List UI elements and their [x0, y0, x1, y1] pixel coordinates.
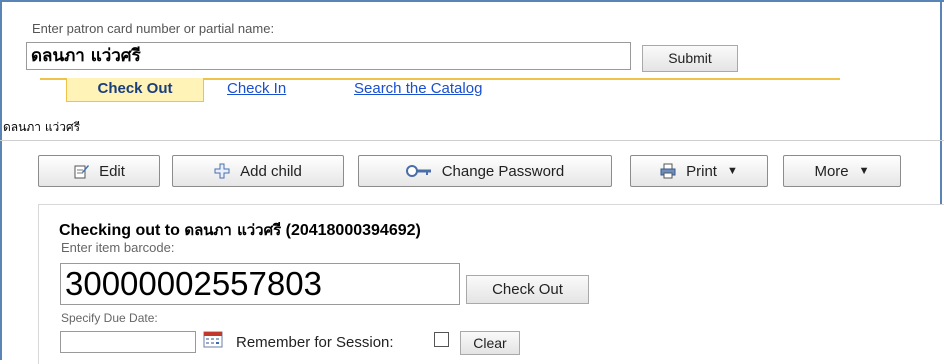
- plus-icon: [214, 163, 230, 179]
- edit-icon: [73, 163, 90, 179]
- check-out-button[interactable]: Check Out: [466, 275, 589, 304]
- key-icon: [405, 163, 432, 179]
- tab-search-catalog[interactable]: Search the Catalog: [354, 80, 482, 97]
- chevron-down-icon: ▼: [858, 165, 870, 177]
- checkout-patron-name: ดลนภา แว่วศรี: [184, 221, 282, 239]
- due-date-input[interactable]: [60, 331, 196, 353]
- edit-label: Edit: [99, 162, 125, 180]
- barcode-input[interactable]: 30000002557803: [60, 263, 460, 305]
- add-child-label: Add child: [240, 162, 302, 180]
- clear-button[interactable]: Clear: [460, 331, 520, 355]
- change-password-button[interactable]: Change Password: [358, 155, 612, 187]
- checkout-heading: Checking out to ดลนภา แว่วศรี (204180003…: [59, 218, 421, 242]
- submit-button[interactable]: Submit: [642, 45, 738, 72]
- print-label: Print: [686, 162, 717, 180]
- add-child-button[interactable]: Add child: [172, 155, 344, 187]
- patron-search-input[interactable]: ดลนภา แว่วศรี: [26, 42, 631, 70]
- due-date-label: Specify Due Date:: [61, 311, 158, 325]
- more-dropdown[interactable]: More ▼: [783, 155, 901, 187]
- calendar-icon[interactable]: [203, 330, 223, 348]
- tab-check-out[interactable]: Check Out: [66, 78, 204, 102]
- barcode-label: Enter item barcode:: [61, 240, 175, 255]
- patron-search-prompt: Enter patron card number or partial name…: [32, 21, 275, 36]
- printer-icon: [660, 163, 676, 179]
- checkout-patron-card: (20418000394692): [285, 222, 421, 239]
- remember-session-checkbox[interactable]: [434, 332, 449, 347]
- tab-check-in[interactable]: Check In: [227, 80, 286, 97]
- print-dropdown[interactable]: Print ▼: [630, 155, 768, 187]
- remember-session-label: Remember for Session:: [236, 334, 394, 351]
- patron-name-header: ดลนภา แว่วศรี: [3, 120, 81, 134]
- window-frame-left: [0, 0, 2, 360]
- change-password-label: Change Password: [441, 162, 565, 180]
- divider: [0, 140, 944, 141]
- checkout-heading-prefix: Checking out to: [59, 222, 180, 239]
- window-frame-top: [0, 0, 944, 2]
- chevron-down-icon: ▼: [726, 165, 738, 177]
- more-label: More: [814, 162, 849, 180]
- edit-button[interactable]: Edit: [38, 155, 160, 187]
